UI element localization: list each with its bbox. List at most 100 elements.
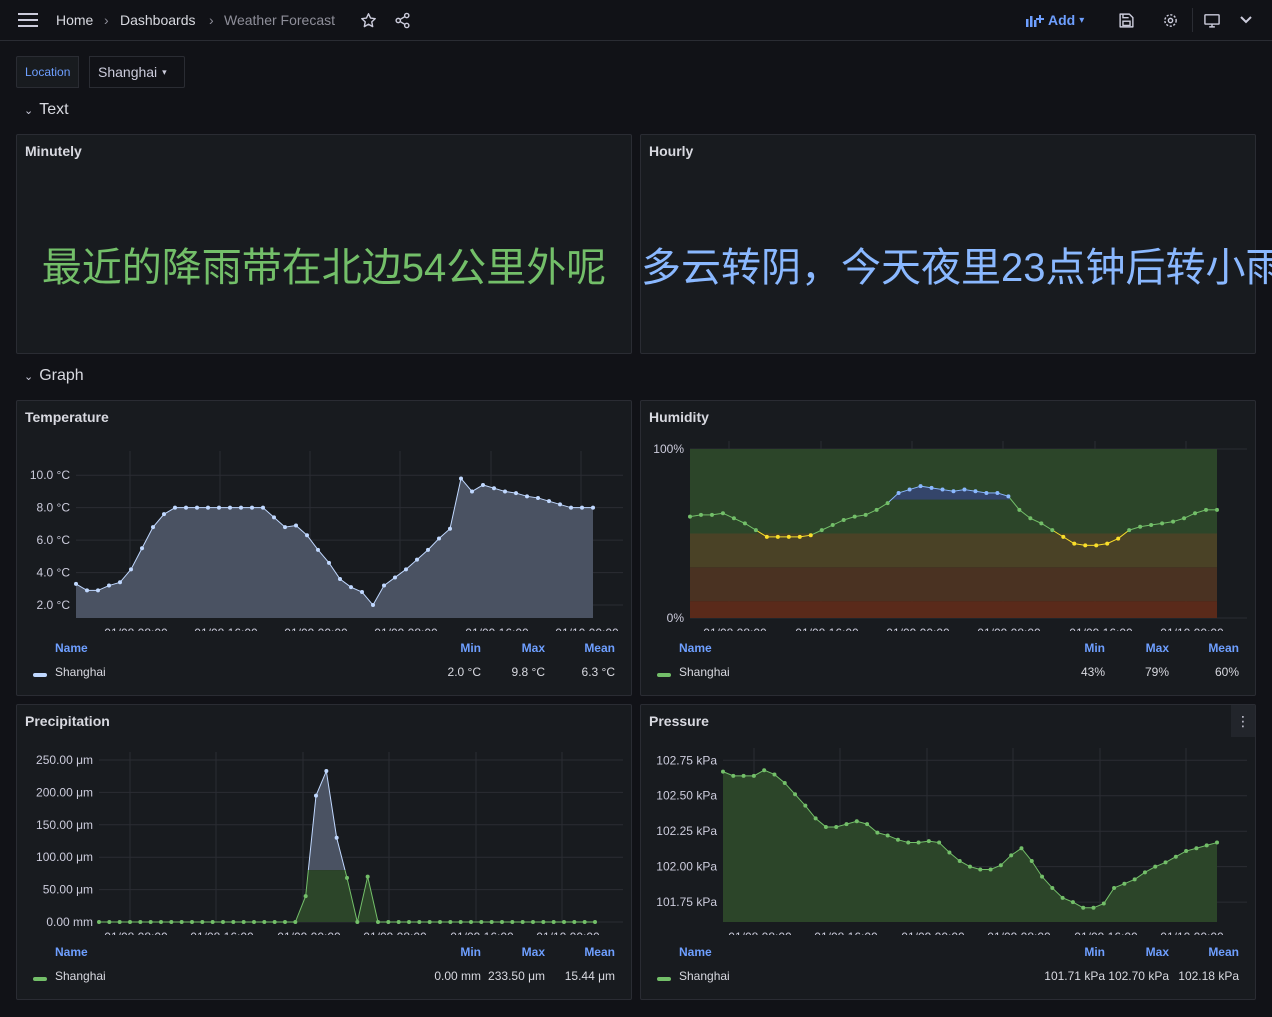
data-point bbox=[151, 525, 155, 530]
save-icon[interactable] bbox=[1118, 0, 1135, 40]
legend-series-color bbox=[657, 673, 671, 677]
data-point bbox=[138, 920, 143, 924]
data-point bbox=[731, 516, 736, 521]
data-point bbox=[962, 487, 967, 492]
data-point bbox=[834, 824, 839, 829]
data-point bbox=[1149, 523, 1154, 528]
data-point bbox=[580, 505, 584, 510]
gear-icon[interactable] bbox=[1162, 0, 1179, 40]
legend-header-max: Max bbox=[521, 945, 545, 959]
data-point bbox=[698, 512, 703, 517]
breadcrumb-home[interactable]: Home bbox=[56, 0, 93, 40]
data-point bbox=[803, 803, 808, 808]
data-point bbox=[1132, 877, 1137, 882]
tv-mode-icon[interactable] bbox=[1203, 0, 1221, 40]
data-point bbox=[907, 487, 912, 492]
data-point bbox=[206, 505, 210, 510]
data-point bbox=[854, 819, 859, 824]
data-point bbox=[865, 822, 870, 827]
data-point bbox=[489, 920, 494, 924]
data-point bbox=[349, 585, 353, 590]
data-point bbox=[1182, 516, 1187, 521]
add-button[interactable]: Add ▾ bbox=[1026, 0, 1084, 40]
data-point bbox=[479, 920, 484, 924]
row-text-toggle[interactable]: ⌄ Text bbox=[24, 99, 69, 121]
data-point bbox=[582, 920, 587, 924]
data-point bbox=[1028, 516, 1033, 521]
y-tick-label: 200.00 μm bbox=[36, 785, 93, 799]
legend-header-mean: Mean bbox=[584, 945, 615, 959]
data-point bbox=[272, 515, 276, 520]
data-point bbox=[1138, 524, 1143, 529]
data-point bbox=[1204, 843, 1209, 848]
data-point bbox=[1017, 507, 1022, 512]
chevron-down-icon: ▾ bbox=[162, 66, 167, 77]
data-point bbox=[742, 521, 747, 526]
data-point bbox=[200, 920, 205, 924]
data-point bbox=[741, 773, 746, 778]
y-tick-label: 10.0 °C bbox=[30, 468, 70, 482]
y-tick-label: 4.0 °C bbox=[37, 566, 71, 580]
data-point bbox=[1193, 511, 1198, 516]
y-tick-label: 102.25 kPa bbox=[656, 824, 717, 838]
menu-icon[interactable] bbox=[18, 0, 38, 40]
share-icon[interactable] bbox=[394, 0, 411, 40]
data-point bbox=[85, 588, 89, 593]
data-point bbox=[875, 830, 880, 835]
data-point bbox=[957, 858, 962, 863]
legend-series-name: Shanghai bbox=[55, 969, 106, 983]
data-point bbox=[1215, 840, 1219, 845]
data-point bbox=[844, 822, 849, 827]
data-point bbox=[536, 495, 540, 500]
legend-mean-value: 102.18 kPa bbox=[1178, 969, 1239, 983]
data-point bbox=[1163, 860, 1168, 865]
data-point bbox=[1184, 849, 1189, 854]
breadcrumb-dashboards[interactable]: Dashboards bbox=[120, 0, 196, 40]
data-point bbox=[1153, 864, 1158, 869]
data-point bbox=[709, 512, 714, 517]
x-tick-label: 01/09 08:00 bbox=[987, 930, 1051, 935]
legend-max-value: 102.70 kPa bbox=[1108, 969, 1169, 983]
legend-min-value: 43% bbox=[1080, 665, 1105, 679]
data-point bbox=[470, 489, 474, 494]
data-point bbox=[371, 603, 375, 608]
data-point bbox=[417, 920, 422, 924]
data-point bbox=[334, 835, 339, 840]
data-point bbox=[721, 769, 725, 774]
data-point bbox=[885, 501, 890, 506]
legend-header-min: Min bbox=[1084, 945, 1105, 959]
legend-header-max: Max bbox=[521, 641, 545, 655]
legend-header-min: Min bbox=[460, 641, 481, 655]
chevron-down-icon[interactable] bbox=[1240, 0, 1252, 40]
data-point bbox=[365, 874, 370, 879]
x-tick-label: 01/10 00:00 bbox=[1160, 930, 1224, 935]
data-point bbox=[1101, 901, 1106, 906]
data-point bbox=[427, 920, 432, 924]
legend-min-value: 2.0 °C bbox=[447, 665, 481, 679]
x-tick-label: 01/10 00:00 bbox=[555, 626, 619, 631]
data-point bbox=[184, 505, 188, 510]
data-point bbox=[459, 476, 463, 481]
data-point bbox=[937, 840, 942, 845]
y-tick-label: 100% bbox=[653, 442, 684, 456]
row-graph-toggle[interactable]: ⌄ Graph bbox=[24, 365, 84, 387]
data-point bbox=[1160, 521, 1165, 526]
data-point bbox=[572, 920, 577, 924]
data-point bbox=[973, 489, 978, 494]
chevron-down-icon: ⌄ bbox=[24, 104, 34, 117]
toolbar-divider bbox=[1192, 8, 1193, 32]
data-point bbox=[173, 505, 177, 510]
legend-header-max: Max bbox=[1145, 641, 1169, 655]
data-point bbox=[190, 920, 194, 924]
star-icon[interactable] bbox=[360, 0, 377, 40]
legend-header-mean: Mean bbox=[1208, 641, 1239, 655]
data-point bbox=[148, 920, 153, 924]
y-tick-label: 2.0 °C bbox=[37, 598, 71, 612]
data-point bbox=[217, 505, 221, 510]
legend-series-name: Shanghai bbox=[679, 969, 730, 983]
data-point bbox=[437, 536, 441, 541]
data-point bbox=[720, 511, 725, 516]
data-point bbox=[1081, 905, 1086, 910]
location-select[interactable]: Shanghai ▾ bbox=[89, 56, 185, 88]
data-point bbox=[841, 517, 846, 522]
